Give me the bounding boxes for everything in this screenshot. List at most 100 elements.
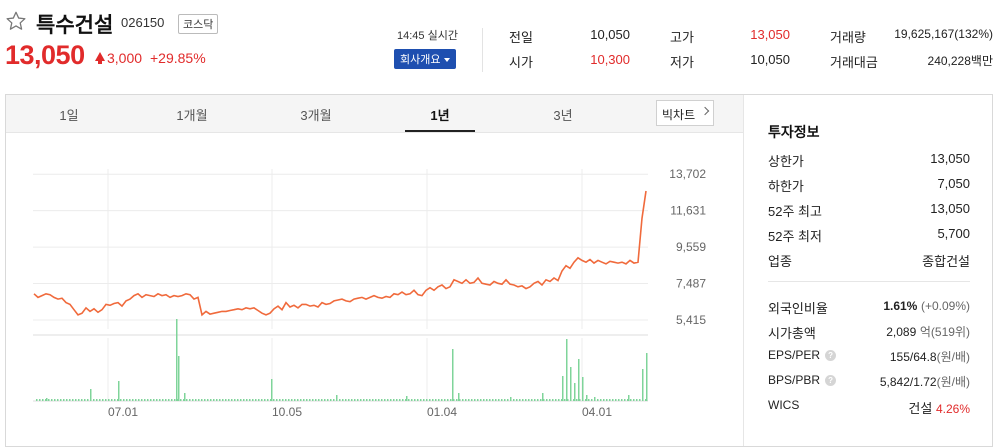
realtime-label: 14:45 실시간	[397, 30, 458, 42]
volume-bar	[507, 399, 509, 401]
lower-limit-row: 하한가 7,050	[768, 176, 970, 194]
volume-bar	[474, 399, 476, 401]
volume-bar	[192, 399, 194, 401]
volume-bar	[300, 399, 302, 401]
volume-bar	[318, 399, 320, 401]
volume-bar	[621, 399, 623, 401]
volume-bar	[147, 399, 149, 401]
volume-bar	[207, 399, 209, 401]
eps-per-value: 155/64.8	[889, 350, 937, 364]
help-icon[interactable]: ?	[825, 350, 837, 361]
volume-bar	[624, 399, 626, 401]
bps-pbr-value: 5,842/1.72	[879, 375, 937, 389]
volume-bar	[600, 399, 602, 401]
volume-bar	[180, 399, 182, 401]
volume-bar	[249, 399, 251, 401]
low-label: 저가	[670, 55, 694, 70]
volume-bar	[255, 399, 257, 401]
52w-high-value: 13,050	[930, 201, 970, 216]
volume-bar	[471, 399, 473, 401]
volume-bar	[228, 399, 230, 401]
x-tick-label: 01.04	[427, 405, 457, 419]
volume-bar	[176, 319, 178, 401]
wics-value[interactable]: 건설	[908, 401, 932, 416]
volume-bar	[60, 399, 62, 401]
company-overview-button[interactable]: 회사개요	[394, 49, 457, 69]
volume-bar	[444, 399, 446, 401]
volume-bar	[123, 399, 125, 401]
volume-bar	[504, 399, 506, 401]
volume-bar	[174, 399, 176, 401]
volume-bar	[402, 399, 404, 401]
high-label: 고가	[670, 30, 694, 45]
volume-bar	[564, 399, 566, 401]
volume-bar	[240, 399, 242, 401]
prev-close-value: 10,050	[590, 27, 630, 42]
volume-bar	[282, 399, 284, 401]
tab-1day[interactable]: 1일	[39, 105, 99, 124]
favorite-star-icon[interactable]	[5, 10, 27, 32]
volume-bar	[54, 399, 56, 401]
volume-bar	[159, 399, 161, 401]
tab-1year[interactable]: 1년	[410, 105, 470, 124]
volume-bar	[609, 399, 611, 401]
help-icon[interactable]: ?	[825, 375, 837, 386]
volume-bar	[303, 399, 305, 401]
volume-bar	[339, 399, 341, 401]
big-chart-label: 빅차트	[662, 108, 696, 122]
volume-bar	[153, 399, 155, 401]
volume-bar	[78, 399, 80, 401]
volume-bar	[480, 399, 482, 401]
volume-bar	[501, 399, 503, 401]
volume-bar	[273, 399, 275, 401]
market-cap-value: 2,089	[886, 325, 917, 339]
volume-bar	[57, 399, 59, 401]
stock-code: 026150	[121, 15, 165, 30]
volume-bar	[393, 399, 395, 401]
y-tick-label: 11,631	[670, 204, 706, 218]
volume-bar	[118, 381, 120, 401]
big-chart-button[interactable]: 빅차트	[656, 100, 714, 126]
foreign-ratio-change: (+0.09%)	[920, 299, 970, 313]
bps-pbr-unit: (원/배)	[936, 375, 970, 389]
eps-per-label: EPS/PER	[768, 348, 821, 362]
volume-bar	[381, 399, 383, 401]
volume-bar	[213, 399, 215, 401]
volume-bar	[234, 399, 236, 401]
volume-bar	[372, 399, 374, 401]
bps-pbr-label: BPS/PBR	[768, 373, 821, 387]
volume-bar	[231, 399, 233, 401]
volume-bar	[189, 399, 191, 401]
volume-bar	[513, 399, 515, 401]
tab-1month[interactable]: 1개월	[162, 105, 222, 124]
volume-bar	[456, 399, 458, 401]
volume-bar	[210, 399, 212, 401]
market-cap-row: 시가총액 2,089 억(519위)	[768, 323, 970, 341]
volume-bar	[546, 399, 548, 401]
volume-bar	[465, 399, 467, 401]
volume-bar	[540, 399, 542, 401]
volume-bar	[429, 399, 431, 401]
volume-bar	[162, 399, 164, 401]
volume-bar	[135, 399, 137, 401]
volume-bar	[528, 399, 530, 401]
52w-high-label: 52주 최고	[768, 204, 822, 219]
volume-bar	[333, 399, 335, 401]
lower-limit-label: 하한가	[768, 179, 804, 194]
volume-bar	[132, 399, 134, 401]
period-tabs: 1일 1개월 3개월 1년 3년 빅차트	[6, 95, 743, 133]
upper-limit-label: 상한가	[768, 154, 804, 169]
volume-bar	[111, 399, 113, 401]
volume-bar	[578, 359, 580, 401]
volume-bar	[156, 399, 158, 401]
up-arrow-icon	[95, 52, 105, 64]
chevron-right-icon	[700, 106, 710, 116]
volume-bar	[165, 399, 167, 401]
amount-label: 거래대금	[830, 55, 878, 70]
tab-3year[interactable]: 3년	[533, 105, 593, 124]
sector-row: 업종 종합건설	[768, 251, 970, 269]
52w-low-label: 52주 최저	[768, 229, 822, 244]
volume-bar	[399, 399, 401, 401]
volume-bar	[552, 399, 554, 401]
tab-3month[interactable]: 3개월	[286, 105, 346, 124]
